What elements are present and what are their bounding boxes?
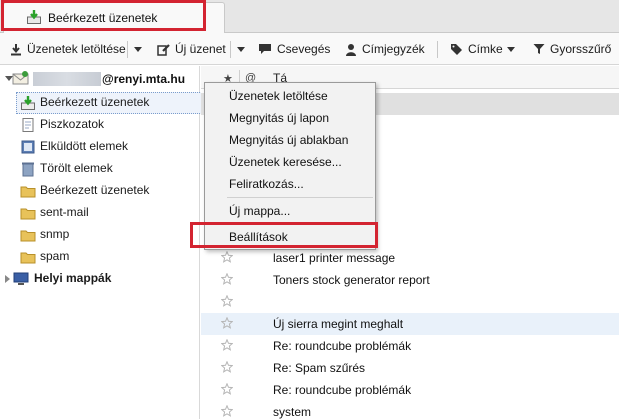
message-row[interactable]: Toners stock generator report <box>201 269 619 291</box>
chat-icon <box>259 44 271 54</box>
star-icon[interactable] <box>221 361 233 373</box>
folder-item-sent-mail[interactable]: sent-mail <box>0 202 200 224</box>
account-highlight-frame <box>1 0 206 31</box>
address-book-button[interactable]: Címjegyzék <box>345 40 425 58</box>
toolbar-separator <box>127 41 128 58</box>
star-icon[interactable] <box>221 405 233 417</box>
person-icon <box>346 43 356 56</box>
folder-item-inbox-archive[interactable]: Beérkezett üzenetek <box>0 180 200 202</box>
folder-item-inbox[interactable]: Beérkezett üzenetek <box>0 92 204 114</box>
menu-item-open-new-tab[interactable]: Megnyitás új lapon <box>229 111 329 125</box>
folder-label: sent-mail <box>40 205 89 219</box>
folder-label: snmp <box>40 227 70 241</box>
star-icon[interactable] <box>221 383 233 395</box>
account-name-redacted <box>33 72 101 86</box>
menu-item-search-messages[interactable]: Üzenetek keresése... <box>229 155 342 169</box>
tag-button[interactable]: Címke <box>450 40 503 58</box>
message-subject: laser1 printer message <box>273 251 396 265</box>
menu-separator <box>227 197 373 198</box>
folder-item-spam[interactable]: spam <box>0 246 200 268</box>
star-icon[interactable] <box>221 339 233 351</box>
folder-item-sent[interactable]: Elküldött elemek <box>0 136 200 158</box>
folder-label: Törölt elemek <box>40 161 113 175</box>
trash-icon <box>22 162 34 177</box>
account-name: @renyi.mta.hu <box>102 72 186 86</box>
new-message-dropdown-icon[interactable] <box>237 47 245 52</box>
star-icon[interactable] <box>221 295 233 307</box>
account-mail-icon <box>12 71 29 85</box>
folder-item-drafts[interactable]: Piszkozatok <box>0 114 200 136</box>
folder-icon <box>20 186 36 198</box>
message-row[interactable]: Re: Spam szűrés <box>201 357 619 379</box>
new-message-button[interactable]: Új üzenet <box>157 40 226 58</box>
main-toolbar: Üzenetek letöltése Új üzenet Csevegés Cí… <box>0 33 619 65</box>
toolbar-separator <box>230 41 231 58</box>
sent-icon <box>21 140 35 154</box>
folder-icon <box>20 208 36 220</box>
message-row[interactable]: Re: roundcube problémák <box>201 335 619 357</box>
quick-filter-button[interactable]: Gyorsszűrő <box>533 40 611 58</box>
menu-item-open-new-window[interactable]: Megnyitás új ablakban <box>229 133 348 147</box>
get-messages-label: Üzenetek letöltése <box>27 42 126 56</box>
filter-icon <box>533 44 545 54</box>
star-icon[interactable] <box>221 317 233 329</box>
settings-highlight-frame <box>190 222 378 248</box>
drafts-icon <box>22 118 34 132</box>
message-row[interactable]: system <box>201 401 619 419</box>
message-subject: system <box>273 405 312 419</box>
new-message-label: Új üzenet <box>175 42 226 56</box>
address-book-label: Címjegyzék <box>362 42 425 56</box>
folder-label: Beérkezett üzenetek <box>40 95 150 109</box>
tag-dropdown-icon[interactable] <box>507 47 515 52</box>
inbox-icon <box>21 96 35 110</box>
account-row[interactable]: @renyi.mta.hu <box>0 66 200 89</box>
toolbar-separator <box>437 41 438 58</box>
folder-item-trash[interactable]: Törölt elemek <box>0 158 200 180</box>
folder-item-local-folders[interactable]: Helyi mappák <box>0 268 200 290</box>
menu-item-subscribe[interactable]: Feliratkozás... <box>229 177 304 191</box>
tag-icon <box>451 43 462 55</box>
folder-pane: @renyi.mta.hu Beérkezett üzenetek Piszko… <box>0 66 204 419</box>
folder-label: Piszkozatok <box>40 117 105 131</box>
message-row[interactable]: laser1 printer message <box>201 247 619 269</box>
message-subject: Re: Spam szűrés <box>273 361 366 375</box>
folder-label: Beérkezett üzenetek <box>40 183 150 197</box>
folder-item-snmp[interactable]: snmp <box>0 224 200 246</box>
computer-icon <box>13 272 29 285</box>
message-row[interactable] <box>201 291 619 313</box>
quick-filter-label: Gyorsszűrő <box>550 42 612 56</box>
message-row[interactable]: Re: roundcube problémák <box>201 379 619 401</box>
local-folders-label: Helyi mappák <box>34 271 112 285</box>
menu-item-get-messages[interactable]: Üzenetek letöltése <box>229 89 328 103</box>
menu-item-new-folder[interactable]: Új mappa... <box>229 204 290 218</box>
message-subject: Re: roundcube problémák <box>273 383 412 397</box>
star-icon[interactable] <box>221 251 233 263</box>
tag-label: Címke <box>468 42 503 56</box>
message-row[interactable]: Új sierra megint meghalt <box>201 313 619 335</box>
folder-icon <box>20 230 36 242</box>
chat-label: Csevegés <box>277 42 331 56</box>
folder-icon <box>20 252 36 264</box>
message-subject: Toners stock generator report <box>273 273 430 287</box>
message-subject: Re: roundcube problémák <box>273 339 412 353</box>
local-folders-twisty-icon[interactable] <box>5 275 10 283</box>
folder-label: spam <box>40 249 70 263</box>
chat-button[interactable]: Csevegés <box>258 40 330 58</box>
message-subject: Új sierra megint meghalt <box>273 317 404 331</box>
get-messages-button[interactable]: Üzenetek letöltése <box>10 40 126 58</box>
download-icon <box>11 43 21 55</box>
get-messages-dropdown-icon[interactable] <box>134 47 142 52</box>
pencil-icon <box>157 43 170 56</box>
star-icon[interactable] <box>221 273 233 285</box>
folder-label: Elküldött elemek <box>40 139 129 153</box>
